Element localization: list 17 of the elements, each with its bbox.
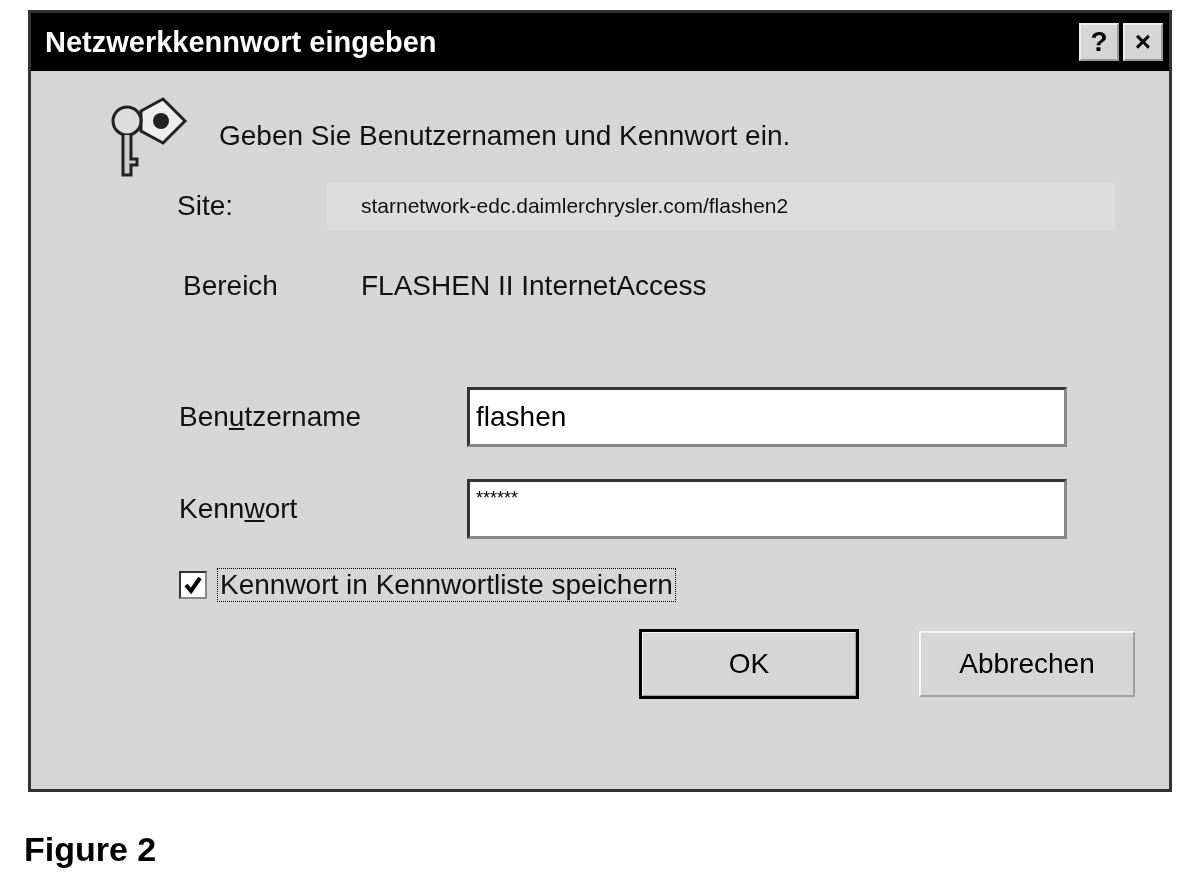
info-value: starnetwork-edc.daimlerchrysler.com/flashen2 <box>327 182 1115 230</box>
checkbox-label[interactable]: Kennwort in Kennwortliste speichern <box>217 568 676 602</box>
ok-button[interactable]: OK <box>641 631 857 697</box>
info-label: Bereich <box>182 270 279 302</box>
password-field[interactable]: ****** <box>467 479 1067 539</box>
info-label: Site: <box>176 190 235 222</box>
prompt-text: Geben Sie Benutzernamen und Kennwort ein. <box>219 120 791 152</box>
close-button[interactable]: × <box>1123 23 1163 61</box>
info-value: FLASHEN II InternetAccess <box>360 269 708 303</box>
cancel-button[interactable]: Abbrechen <box>919 631 1135 697</box>
help-button[interactable]: ? <box>1079 23 1119 61</box>
figure-caption: Figure 2 <box>24 830 158 869</box>
window-title: Netzwerkkennwort eingeben <box>45 25 437 59</box>
checkbox[interactable] <box>179 571 207 599</box>
field-label: Benutzername <box>178 401 363 433</box>
field-label: Kennwort <box>178 493 299 525</box>
username-field[interactable]: flashen <box>467 387 1067 447</box>
